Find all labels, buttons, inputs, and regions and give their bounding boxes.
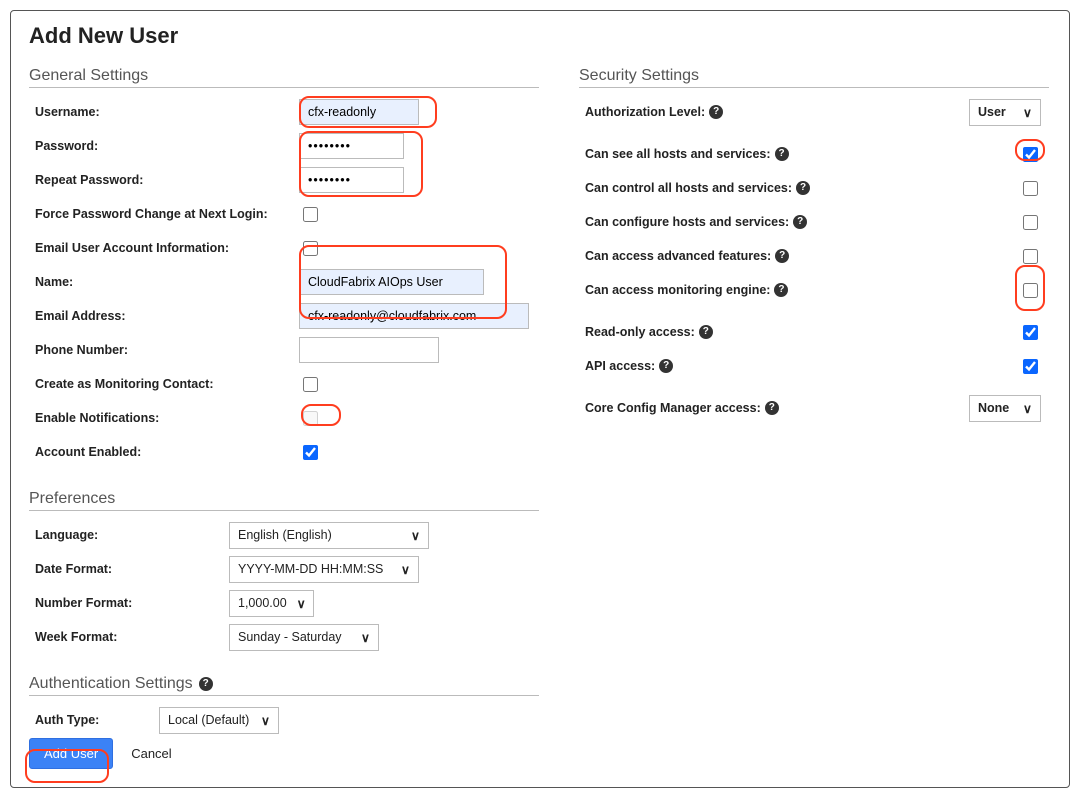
monitoring-engine-checkbox[interactable] <box>1023 283 1038 298</box>
control-all-checkbox[interactable] <box>1023 181 1038 196</box>
account-enabled-checkbox[interactable] <box>303 445 318 460</box>
help-icon[interactable]: ? <box>699 325 713 339</box>
chevron-down-icon: ∨ <box>361 630 370 645</box>
page-title: Add New User <box>29 23 1051 49</box>
advanced-label: Can access advanced features: <box>585 249 771 263</box>
week-format-select-value: Sunday - Saturday <box>238 630 342 644</box>
configure-label: Can configure hosts and services: <box>585 215 789 229</box>
ccm-select[interactable]: None ∨ <box>969 395 1041 422</box>
chevron-down-icon: ∨ <box>1023 105 1032 120</box>
name-input[interactable] <box>299 269 484 295</box>
general-settings-heading: General Settings <box>29 67 539 85</box>
password-label: Password: <box>29 139 299 153</box>
divider <box>29 87 539 88</box>
email-user-info-label: Email User Account Information: <box>29 241 299 255</box>
auth-type-select[interactable]: Local (Default) ∨ <box>159 707 279 734</box>
advanced-checkbox[interactable] <box>1023 249 1038 264</box>
preferences-heading: Preferences <box>29 490 539 508</box>
password-input[interactable] <box>299 133 404 159</box>
chevron-down-icon: ∨ <box>411 528 420 543</box>
help-icon[interactable]: ? <box>659 359 673 373</box>
phone-input[interactable] <box>299 337 439 363</box>
help-icon[interactable]: ? <box>199 677 213 691</box>
divider <box>29 510 539 511</box>
email-user-info-checkbox[interactable] <box>303 241 318 256</box>
readonly-label: Read-only access: <box>585 325 695 339</box>
language-label: Language: <box>29 528 229 542</box>
ccm-label: Core Config Manager access: <box>585 401 761 415</box>
enable-notifications-checkbox[interactable] <box>303 411 318 426</box>
force-pw-change-checkbox[interactable] <box>303 207 318 222</box>
see-all-label: Can see all hosts and services: <box>585 147 771 161</box>
chevron-down-icon: ∨ <box>297 596 306 611</box>
help-icon[interactable]: ? <box>793 215 807 229</box>
chevron-down-icon: ∨ <box>261 713 270 728</box>
week-format-select[interactable]: Sunday - Saturday ∨ <box>229 624 379 651</box>
help-icon[interactable]: ? <box>796 181 810 195</box>
ccm-select-value: None <box>978 401 1009 415</box>
control-all-label: Can control all hosts and services: <box>585 181 792 195</box>
auth-type-label: Auth Type: <box>29 713 159 727</box>
email-input[interactable] <box>299 303 529 329</box>
username-label: Username: <box>29 105 299 119</box>
readonly-checkbox[interactable] <box>1023 325 1038 340</box>
date-format-select[interactable]: YYYY-MM-DD HH:MM:SS ∨ <box>229 556 419 583</box>
security-settings-heading: Security Settings <box>579 67 1049 85</box>
date-format-select-value: YYYY-MM-DD HH:MM:SS <box>238 562 383 576</box>
auth-level-select-value: User <box>978 105 1006 119</box>
date-format-label: Date Format: <box>29 562 229 576</box>
monitoring-engine-label: Can access monitoring engine: <box>585 283 770 297</box>
chevron-down-icon: ∨ <box>1023 401 1032 416</box>
help-icon[interactable]: ? <box>765 401 779 415</box>
number-format-label: Number Format: <box>29 596 229 610</box>
authentication-heading: Authentication Settings ? <box>29 675 539 693</box>
number-format-select[interactable]: 1,000.00 ∨ <box>229 590 314 617</box>
auth-level-label: Authorization Level: <box>585 105 705 119</box>
create-monitoring-label: Create as Monitoring Contact: <box>29 377 299 391</box>
api-checkbox[interactable] <box>1023 359 1038 374</box>
language-select-value: English (English) <box>238 528 332 542</box>
repeat-password-label: Repeat Password: <box>29 173 299 187</box>
help-icon[interactable]: ? <box>774 283 788 297</box>
help-icon[interactable]: ? <box>709 105 723 119</box>
divider <box>29 695 539 696</box>
force-pw-change-label: Force Password Change at Next Login: <box>29 207 299 221</box>
username-input[interactable] <box>299 99 419 125</box>
email-label: Email Address: <box>29 309 299 323</box>
language-select[interactable]: English (English) ∨ <box>229 522 429 549</box>
repeat-password-input[interactable] <box>299 167 404 193</box>
cancel-button[interactable]: Cancel <box>121 739 181 768</box>
auth-type-select-value: Local (Default) <box>168 713 249 727</box>
name-label: Name: <box>29 275 299 289</box>
see-all-checkbox[interactable] <box>1023 147 1038 162</box>
add-user-button[interactable]: Add User <box>29 738 113 769</box>
chevron-down-icon: ∨ <box>401 562 410 577</box>
phone-label: Phone Number: <box>29 343 299 357</box>
enable-notifications-label: Enable Notifications: <box>29 411 299 425</box>
week-format-label: Week Format: <box>29 630 229 644</box>
help-icon[interactable]: ? <box>775 249 789 263</box>
create-monitoring-checkbox[interactable] <box>303 377 318 392</box>
divider <box>579 87 1049 88</box>
number-format-select-value: 1,000.00 <box>238 596 287 610</box>
help-icon[interactable]: ? <box>775 147 789 161</box>
account-enabled-label: Account Enabled: <box>29 445 299 459</box>
api-label: API access: <box>585 359 655 373</box>
configure-checkbox[interactable] <box>1023 215 1038 230</box>
auth-level-select[interactable]: User ∨ <box>969 99 1041 126</box>
